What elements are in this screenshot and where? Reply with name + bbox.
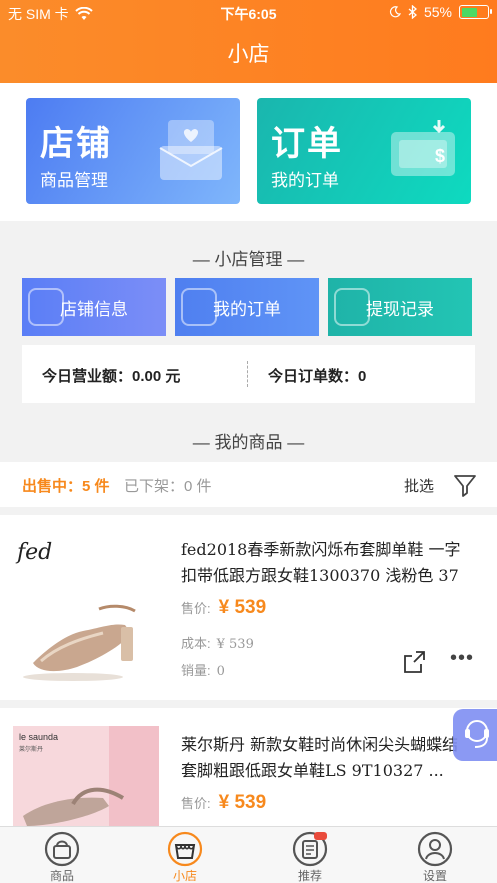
tab-off-shelf[interactable]: 已下架：0 件	[124, 475, 212, 496]
order-card-subtitle: 我的订单	[271, 171, 339, 190]
product-image: le saunda 莱尔斯丹	[13, 726, 159, 828]
status-bar: 无 SIM 卡 下午6:05 55%	[0, 0, 497, 26]
stats-divider	[247, 361, 248, 387]
today-revenue: 今日营业额：0.00 元	[42, 368, 181, 385]
withdraw-icon	[334, 288, 370, 326]
tab-shop[interactable]: 小店	[145, 831, 225, 883]
headset-icon	[465, 720, 489, 748]
my-orders-button[interactable]: 我的订单	[175, 278, 319, 336]
battery-icon	[459, 5, 492, 19]
order-card[interactable]: 订单 我的订单 $	[257, 98, 471, 204]
battery-percent: 55%	[423, 4, 452, 20]
fed-logo: fed	[15, 540, 52, 565]
shop-card[interactable]: 店铺 商品管理	[26, 98, 240, 204]
le-saunda-logo: le saunda	[19, 732, 58, 742]
today-stats: 今日营业额：0.00 元 今日订单数：0	[22, 345, 475, 403]
product-sales: 0	[216, 664, 225, 679]
batch-select-button[interactable]: 批选	[404, 475, 434, 496]
price-label: 售价:	[181, 796, 211, 811]
bluetooth-icon	[408, 5, 417, 19]
shop-info-button[interactable]: 店铺信息	[22, 278, 166, 336]
shop-info-label: 店铺信息	[60, 299, 128, 319]
order-card-title: 订单	[271, 125, 343, 163]
product-price: ¥ 539	[218, 792, 267, 813]
tab-settings[interactable]: 设置	[395, 831, 475, 883]
le-saunda-logo-cn: 莱尔斯丹	[19, 745, 43, 753]
tab-recommend-label: 推荐	[297, 869, 322, 883]
product-price: ¥ 539	[218, 597, 267, 618]
product-image: fed	[15, 540, 136, 681]
today-orders: 今日订单数：0	[268, 368, 367, 385]
shop-info-icon	[28, 288, 64, 326]
share-icon[interactable]	[402, 649, 428, 675]
bottom-tab-bar: 商品 小店 推荐 设置	[0, 826, 497, 883]
customer-service-button[interactable]	[453, 709, 497, 761]
funnel-icon[interactable]	[452, 472, 478, 498]
product-cost: ¥ 539	[216, 637, 254, 652]
sales-label: 销量:	[181, 663, 211, 678]
more-icon[interactable]: •••	[450, 647, 474, 670]
shop-icon	[167, 831, 203, 867]
tab-shop-label: 小店	[172, 869, 197, 883]
tab-goods-label: 商品	[49, 869, 74, 883]
shop-card-subtitle: 商品管理	[40, 171, 108, 190]
product-card[interactable]: le saunda 莱尔斯丹 莱尔斯丹 新款女鞋时尚休闲尖头蝴蝶结套脚粗跟低跟女…	[0, 708, 497, 828]
product-card[interactable]: fed fed2018春季新款闪烁布套脚单鞋 一字扣带低跟方跟女鞋1300370…	[0, 515, 497, 700]
product-price-row: 售价: ¥ 539	[181, 792, 266, 814]
goods-filter-bar: 出售中：5 件 已下架：0 件 批选	[0, 462, 497, 507]
price-label: 售价:	[181, 601, 211, 616]
product-cost-row: 成本: ¥ 539	[181, 633, 254, 652]
tab-on-sale[interactable]: 出售中：5 件	[22, 475, 110, 496]
recommend-icon	[292, 831, 328, 867]
product-price-row: 售价: ¥ 539	[181, 597, 266, 619]
product-sales-row: 销量: 0	[181, 660, 225, 679]
app-header: 无 SIM 卡 下午6:05 55% 小店	[0, 0, 497, 83]
user-icon	[417, 831, 453, 867]
withdraw-records-label: 提现记录	[366, 299, 434, 319]
product-title: fed2018春季新款闪烁布套脚单鞋 一字扣带低跟方跟女鞋1300370 浅粉色…	[181, 540, 461, 585]
tab-recommend[interactable]: 推荐	[270, 831, 350, 883]
tab-goods[interactable]: 商品	[22, 831, 102, 883]
orders-icon	[181, 288, 217, 326]
envelope-heart-icon	[159, 120, 223, 180]
cost-label: 成本:	[181, 636, 211, 651]
quick-cards: 店铺 商品管理 订单 我的订单 $	[0, 83, 497, 221]
product-title: 莱尔斯丹 新款女鞋时尚休闲尖头蝴蝶结套脚粗跟低跟女单鞋LS 9T10327 ..…	[181, 735, 459, 780]
svg-text:$: $	[435, 146, 445, 166]
my-orders-label: 我的订单	[213, 299, 281, 319]
management-title: — 小店管理 —	[192, 250, 305, 269]
withdraw-records-button[interactable]: 提现记录	[328, 278, 472, 336]
goods-title: — 我的商品 —	[192, 433, 305, 452]
shop-card-title: 店铺	[40, 125, 112, 163]
tab-settings-label: 设置	[422, 869, 447, 883]
shopping-bag-icon	[44, 831, 80, 867]
wallet-dollar-icon: $	[391, 120, 455, 176]
moon-icon	[389, 6, 401, 18]
page-title: 小店	[227, 43, 270, 66]
